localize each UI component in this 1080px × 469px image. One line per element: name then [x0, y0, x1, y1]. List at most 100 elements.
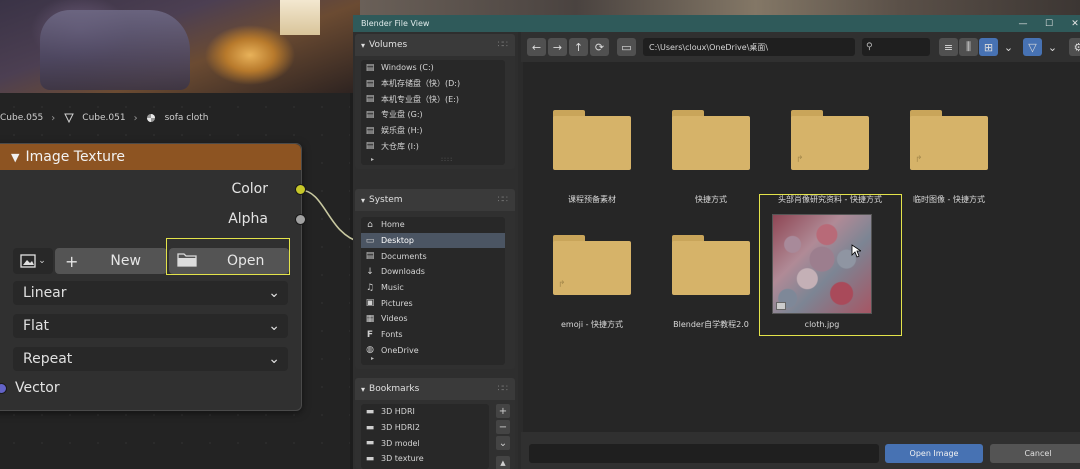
breadcrumb-item-object[interactable]: Cube.055 [0, 113, 43, 123]
back-button[interactable]: ← [527, 38, 546, 56]
horizontal-list-view-button[interactable]: ⫼ [959, 38, 978, 56]
drag-handle-icon[interactable]: ∷∷ [498, 40, 509, 50]
volume-item[interactable]: ▤ 娱乐盘 (H:) [361, 123, 505, 139]
filter-search-input[interactable]: ⚲ [862, 38, 930, 56]
expand-list-icon[interactable]: ▸ [371, 156, 374, 163]
system-item-onedrive[interactable]: ◍ OneDrive [361, 343, 505, 359]
window-titlebar[interactable]: Blender File View [353, 15, 1080, 32]
vertical-list-view-button[interactable]: ≡ [939, 38, 958, 56]
node-link-wire [300, 189, 360, 243]
filename-input[interactable] [529, 444, 879, 463]
parent-directory-button[interactable]: ↑ [569, 38, 588, 56]
bookmark-menu-button[interactable]: ⌄ [496, 436, 510, 450]
system-item-music[interactable]: ♫ Music [361, 280, 505, 296]
globe-icon: ◍ [366, 345, 374, 356]
bookmark-item[interactable]: ▬ 3D model [361, 435, 489, 451]
file-item-label: emoji - 快捷方式 [560, 320, 624, 329]
node-header[interactable]: ▼ Image Texture [0, 144, 301, 170]
file-browser-window: Blender File View — ☐ ✕ ▾ Volumes ∷∷ ▤ Wi… [353, 15, 1080, 469]
volume-item[interactable]: ▤ 本机存储盘（快）(D:) [361, 76, 505, 92]
extension-value: Repeat [23, 351, 73, 367]
system-item-downloads[interactable]: ↓ Downloads [361, 264, 505, 280]
folder-icon: ▬ [365, 422, 375, 433]
folder-shortcut-icon: ↱ [791, 110, 869, 170]
mouse-cursor-icon [851, 244, 861, 258]
browse-image-button[interactable]: ⌄ [13, 248, 53, 274]
volume-item[interactable]: ▤ 本机专业盘（快）(E:) [361, 91, 505, 107]
file-item-folder-link[interactable]: ↱ emoji - 快捷方式 [537, 235, 647, 330]
folder-icon: ▬ [365, 438, 375, 449]
file-item-folder-link[interactable]: ↱ 头部肖像研究资料 - 快捷方式 [775, 110, 885, 205]
file-item-folder[interactable]: 课程预备素材 [537, 110, 647, 205]
volume-item[interactable]: ▤ Windows (C:) [361, 60, 505, 76]
refresh-button[interactable]: ⟳ [590, 38, 609, 56]
system-header[interactable]: ▾ System ∷∷ [355, 189, 515, 211]
filter-icon[interactable]: ▽ [1023, 38, 1042, 56]
maximize-icon[interactable]: ☐ [1036, 15, 1062, 32]
bookmark-item[interactable]: ▬ 3D HDRI [361, 404, 489, 420]
system-item-videos[interactable]: ▦ Videos [361, 311, 505, 327]
projection-dropdown[interactable]: Flat ⌄ [13, 314, 288, 338]
thumbnail-view-button[interactable]: ⊞ [979, 38, 998, 56]
system-item-pictures[interactable]: ▣ Pictures [361, 295, 505, 311]
display-settings-chevron-icon[interactable]: ⌄ [999, 38, 1018, 56]
forward-button[interactable]: → [548, 38, 567, 56]
collapse-chevron-icon[interactable]: ▼ [11, 151, 19, 164]
open-image-confirm-button[interactable]: Open Image [885, 444, 983, 463]
open-image-confirm-label: Open Image [909, 449, 959, 458]
volume-label: 专业盘 (G:) [381, 110, 423, 120]
minimize-icon[interactable]: — [1010, 15, 1036, 32]
new-folder-button[interactable]: ▭ [617, 38, 636, 56]
viewport-render-preview [0, 0, 360, 93]
bookmarks-list: ▬ 3D HDRI ▬ 3D HDRI2 ▬ 3D model ▬ 3D texture [361, 404, 489, 469]
bookmark-item[interactable]: ▬ 3D HDRI2 [361, 420, 489, 436]
file-item-folder[interactable]: 快捷方式 [656, 110, 766, 205]
chevron-right-icon: › [51, 112, 56, 124]
extension-dropdown[interactable]: Repeat ⌄ [13, 347, 288, 371]
drag-handle-icon[interactable]: ∷∷ [498, 195, 509, 205]
settings-gear-icon[interactable]: ⚙ [1069, 38, 1080, 56]
system-item-desktop[interactable]: ▭ Desktop [361, 232, 505, 249]
screen: Cube.055 › Cube.051 › sofa cloth ▼ Image… [0, 0, 1080, 469]
system-item-label: Documents [381, 251, 427, 261]
filter-settings-chevron-icon[interactable]: ⌄ [1043, 38, 1062, 56]
color-socket[interactable] [295, 183, 306, 195]
material-icon [146, 113, 157, 124]
picture-icon: ▣ [365, 298, 375, 309]
new-image-button[interactable]: + New [55, 248, 167, 274]
move-up-button[interactable]: ▲ [496, 456, 510, 469]
system-item-documents[interactable]: ▤ Documents [361, 248, 505, 264]
breadcrumb-item-material[interactable]: sofa cloth [165, 113, 209, 123]
cancel-button[interactable]: Cancel [990, 444, 1080, 463]
interpolation-dropdown[interactable]: Linear ⌄ [13, 281, 288, 305]
remove-bookmark-button[interactable]: − [496, 420, 510, 434]
image-texture-node[interactable]: ▼ Image Texture Color Alpha ⌄ + New Open… [0, 143, 306, 411]
new-image-label: New [110, 253, 141, 269]
bookmarks-header[interactable]: ▾ Bookmarks ∷∷ [355, 378, 515, 400]
system-item-fonts[interactable]: F Fonts [361, 327, 505, 343]
folder-shortcut-icon: ↱ [553, 235, 631, 295]
add-bookmark-button[interactable]: + [496, 404, 510, 418]
drag-handle-icon[interactable]: ∷∷ [498, 384, 509, 394]
drive-icon: ▤ [365, 62, 375, 73]
resize-grip-icon[interactable]: :::: [441, 156, 453, 163]
alpha-socket[interactable] [295, 213, 306, 225]
volume-item[interactable]: ▤ 大仓库 (I:) [361, 138, 505, 154]
chevron-right-icon: › [133, 112, 138, 124]
input-vector: Vector [0, 380, 60, 396]
cancel-label: Cancel [1024, 449, 1052, 458]
download-icon: ↓ [366, 266, 374, 277]
file-item-folder[interactable]: Blender自学教程2.0 [656, 235, 766, 330]
chevron-down-icon: ⌄ [268, 351, 280, 367]
system-item-home[interactable]: ⌂ Home [361, 217, 505, 233]
vector-socket[interactable] [0, 382, 7, 394]
bookmark-item[interactable]: ▬ 3D texture [361, 451, 489, 467]
expand-list-icon[interactable]: ▸ [371, 355, 374, 362]
volumes-header[interactable]: ▾ Volumes ∷∷ [355, 34, 515, 56]
file-item-folder-link[interactable]: ↱ 临时图像 - 快捷方式 [894, 110, 1004, 205]
directory-path-input[interactable]: C:\Users\cloux\OneDrive\桌面\ [643, 38, 855, 56]
breadcrumb-item-mesh[interactable]: Cube.051 [82, 113, 125, 123]
close-icon[interactable]: ✕ [1062, 15, 1080, 32]
volume-item[interactable]: ▤ 专业盘 (G:) [361, 107, 505, 123]
window-light [280, 0, 320, 35]
